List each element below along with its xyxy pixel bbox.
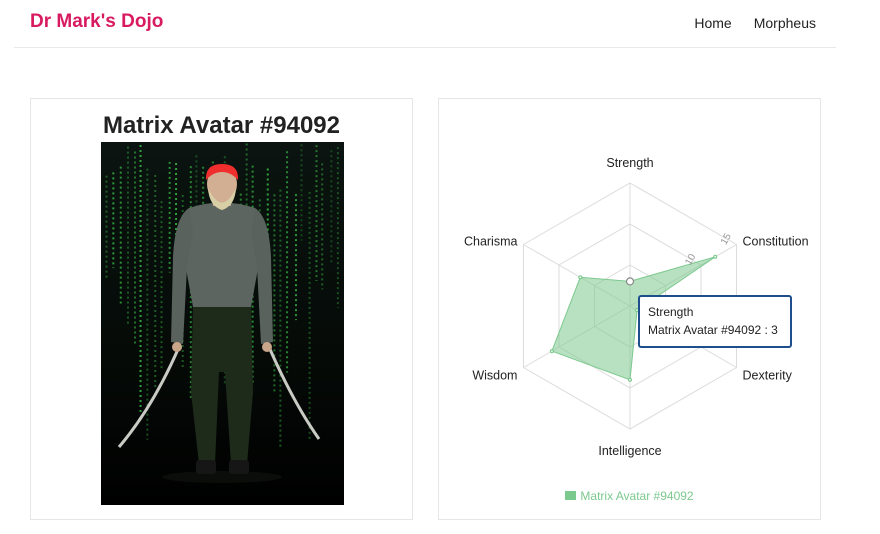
axis-label-dexterity: Dexterity: [743, 369, 793, 383]
axis-label-wisdom: Wisdom: [472, 369, 517, 383]
data-point-1: [713, 254, 718, 259]
data-point-5: [578, 275, 583, 280]
legend-swatch: [565, 491, 577, 501]
axis-label-charisma: Charisma: [464, 235, 518, 249]
nav-link-home[interactable]: Home: [694, 15, 731, 31]
data-point-3: [627, 377, 633, 382]
data-point-0: [625, 277, 635, 286]
tooltip-title: Strength: [648, 305, 694, 319]
legend-label: Matrix Avatar #94092: [580, 489, 694, 503]
data-point-4: [549, 349, 554, 354]
stats-card: 10 15 Strength Constitution Dexterity Intelli…: [438, 98, 821, 520]
nav-link-morpheus[interactable]: Morpheus: [754, 15, 816, 31]
avatar-card: Matrix Avatar #94092: [30, 98, 413, 520]
tick-label-2: 15: [719, 231, 734, 247]
avatar-title: Matrix Avatar #94092: [102, 112, 341, 139]
brand-link[interactable]: Dr Mark's Dojo: [30, 11, 163, 33]
axis-label-constitution: Constitution: [743, 235, 809, 249]
avatar-image: [101, 142, 344, 505]
navbar: Dr Mark's Dojo Home Morpheus: [14, 0, 836, 48]
chart-legend[interactable]: Matrix Avatar #94092: [439, 489, 820, 503]
chart-tooltip: Strength Matrix Avatar #94092 : 3: [638, 295, 792, 348]
axis-label-strength: Strength: [606, 156, 653, 170]
axis-label-intelligence: Intelligence: [598, 444, 661, 458]
tooltip-value: Matrix Avatar #94092 : 3: [648, 323, 778, 337]
avatar-illustration: [101, 142, 344, 505]
nav-links: Home Morpheus: [694, 15, 816, 31]
